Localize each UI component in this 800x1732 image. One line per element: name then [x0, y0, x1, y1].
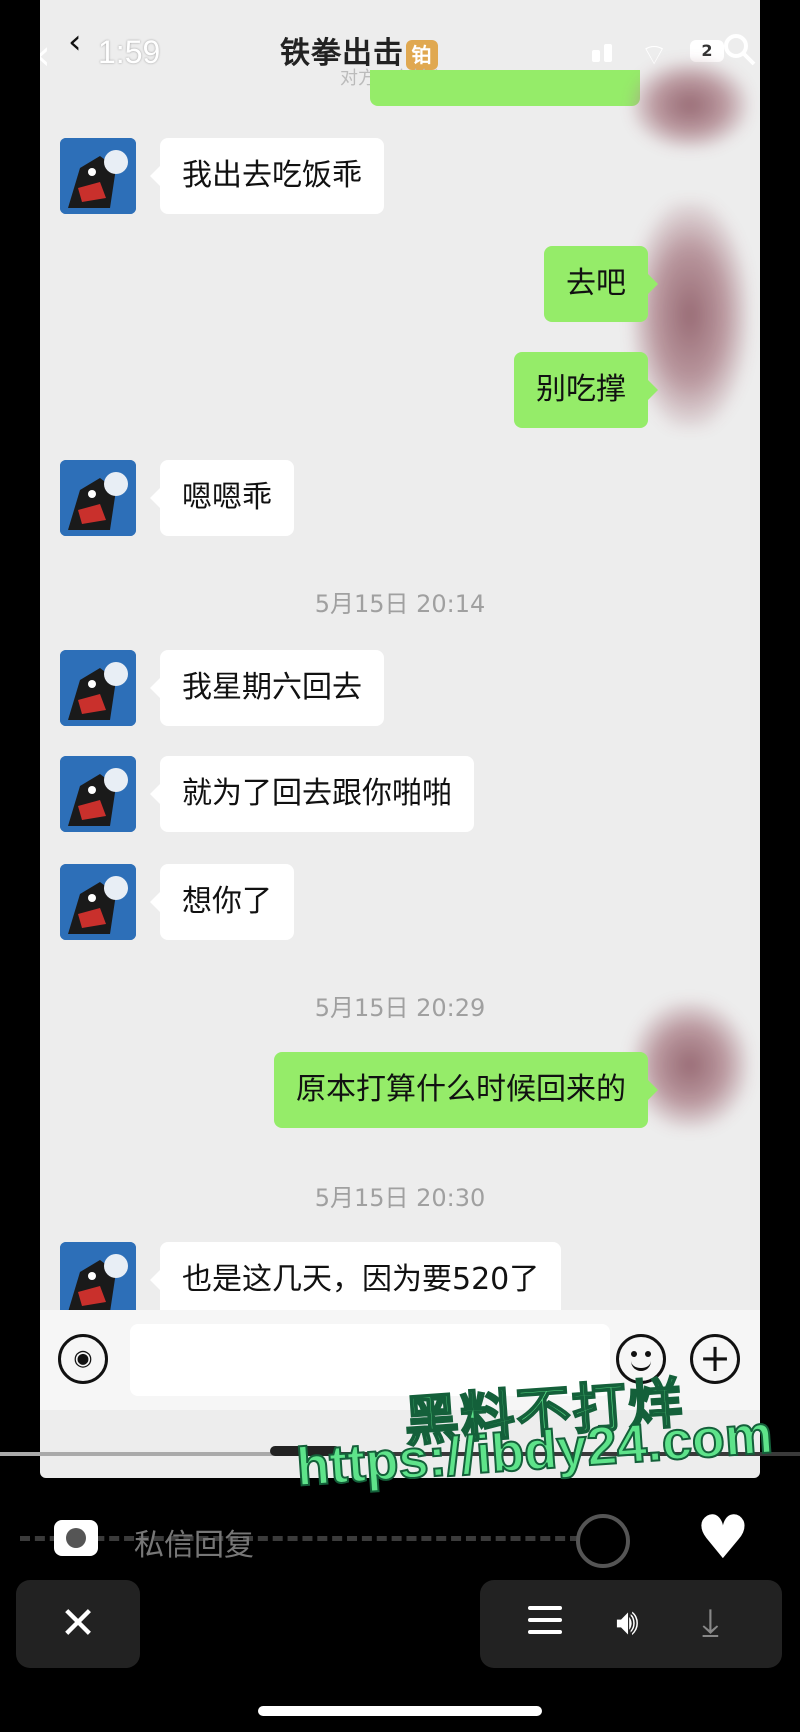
status-time: 1:59 [98, 34, 161, 70]
contact-avatar[interactable] [60, 1242, 136, 1318]
close-control: ✕ [16, 1580, 140, 1668]
video-player-page: ‹ ‹ 1:59 铁拳出击铂 对方正在输入 ⌔ 2 我出去吃饭乖 去吧 别吃撑 [0, 0, 800, 1732]
incoming-message: 也是这几天，因为要520了 [149, 1242, 562, 1318]
outgoing-message: 原本打算什么时候回来的 [274, 1052, 658, 1128]
signal-bar-icon [604, 44, 612, 62]
heart-icon[interactable]: ♥ [696, 1508, 750, 1568]
volume-icon[interactable]: 🔊︎ [616, 1602, 639, 1644]
contact-avatar[interactable] [60, 650, 136, 726]
reply-input[interactable]: 私信回复 [134, 1520, 254, 1564]
redaction-blur [630, 60, 750, 150]
signal-bar-icon [592, 50, 600, 62]
battery-icon: 2 [690, 40, 724, 62]
plus-icon[interactable]: + [690, 1334, 740, 1384]
voice-icon[interactable]: ◉ [58, 1334, 108, 1384]
camera-icon[interactable] [54, 1520, 98, 1556]
contact-avatar[interactable] [60, 460, 136, 536]
outgoing-message: 别吃撑 [514, 352, 658, 428]
chat-back-icon[interactable]: ‹ [68, 22, 82, 62]
search-icon[interactable] [722, 32, 756, 66]
incoming-message: 我出去吃饭乖 [150, 138, 384, 214]
timestamp: 5月15日 20:29 [314, 994, 486, 1022]
player-controls: 🔊︎ ⤓ [480, 1580, 782, 1668]
partial-outgoing-bubble [370, 70, 640, 106]
incoming-message: 我星期六回去 [150, 650, 384, 726]
back-icon[interactable]: ‹ [40, 30, 51, 79]
download-icon[interactable]: ⤓ [702, 1600, 719, 1645]
menu-icon[interactable] [528, 1606, 562, 1640]
timestamp: 5月15日 20:30 [314, 1184, 486, 1212]
timestamp: 5月15日 20:14 [314, 590, 486, 618]
chat-screenshot: ‹ ‹ 1:59 铁拳出击铂 对方正在输入 ⌔ 2 我出去吃饭乖 去吧 别吃撑 [40, 0, 760, 1478]
contact-avatar[interactable] [60, 864, 136, 940]
incoming-message: 想你了 [150, 864, 294, 940]
close-icon[interactable]: ✕ [16, 1580, 140, 1668]
contact-avatar[interactable] [60, 756, 136, 832]
emoji-icon[interactable] [576, 1514, 630, 1568]
contact-avatar[interactable] [60, 138, 136, 214]
video-progress-fill [0, 1452, 288, 1456]
danmaku-divider [20, 1536, 580, 1541]
incoming-message: 嗯嗯乖 [150, 460, 294, 536]
outgoing-message: 去吧 [544, 246, 658, 322]
incoming-message: 就为了回去跟你啪啪 [150, 756, 474, 832]
reply-bar: 私信回复 ♥ [0, 1500, 800, 1580]
home-indicator[interactable] [258, 1706, 542, 1716]
